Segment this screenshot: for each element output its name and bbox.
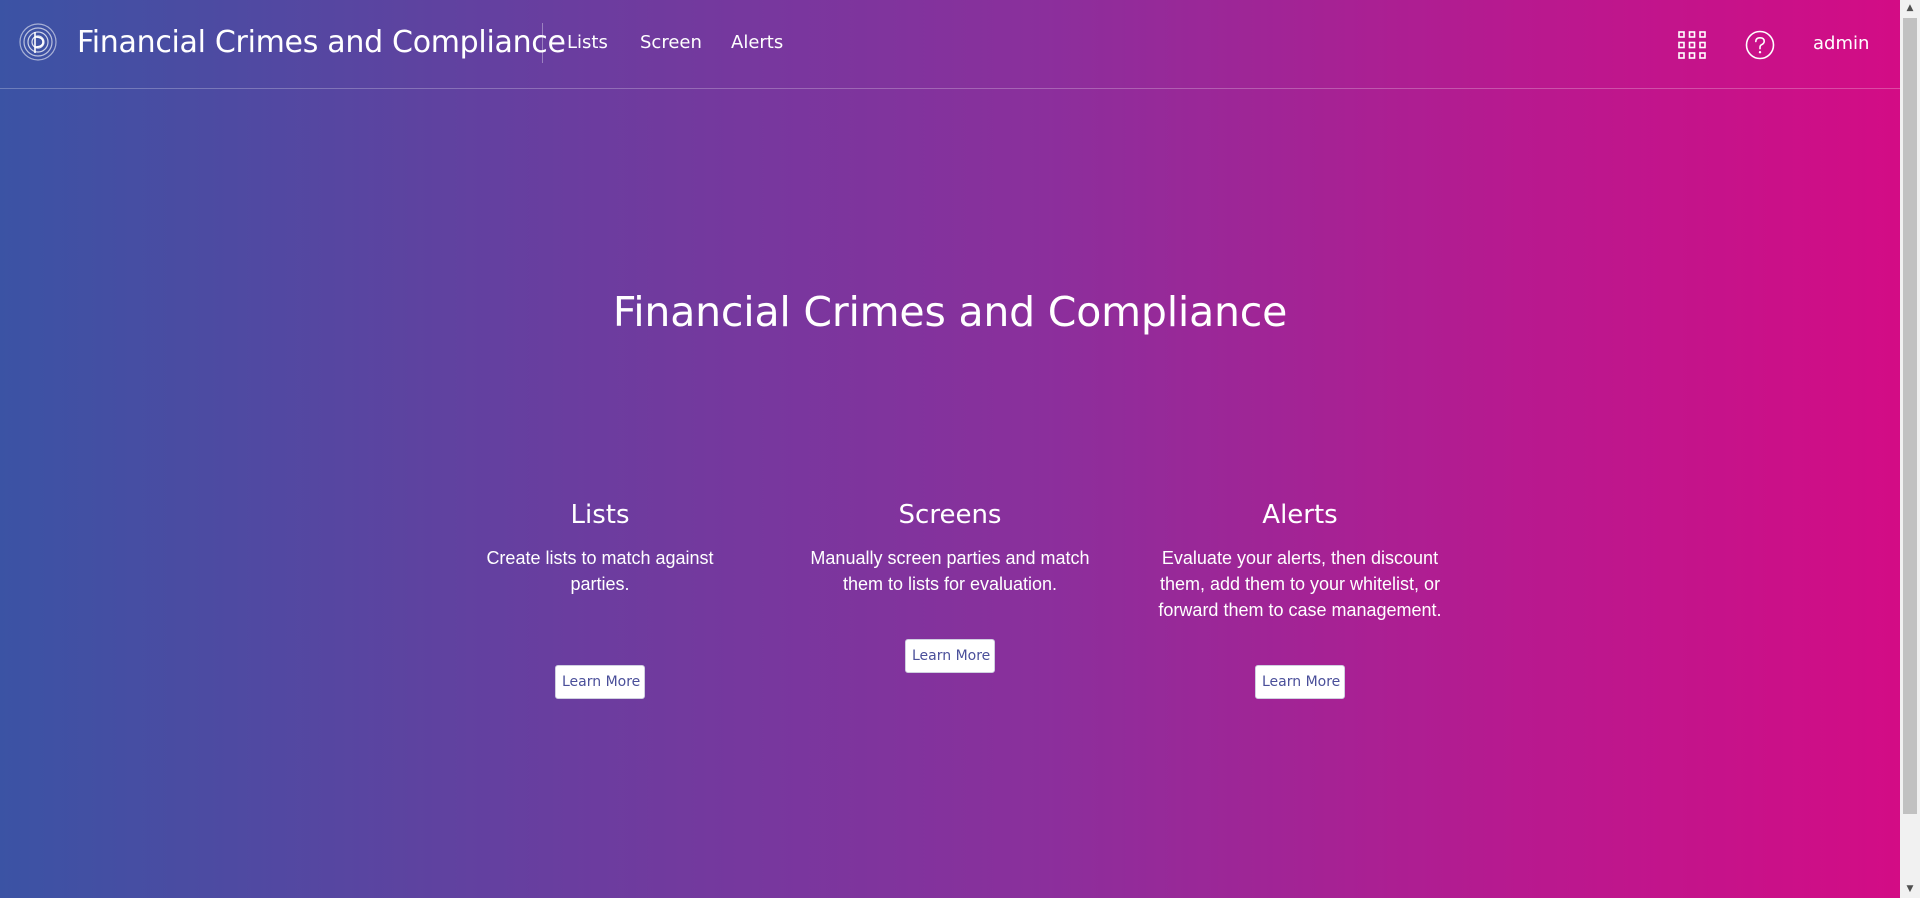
feature-screens-description: Manually screen parties and match them t… (810, 548, 1090, 594)
feature-alerts: Alerts Evaluate your alerts, then discou… (1155, 497, 1445, 623)
header-divider (542, 23, 543, 63)
app-title[interactable]: Financial Crimes and Compliance (77, 24, 566, 62)
feature-lists: Lists Create lists to match against part… (455, 497, 745, 597)
nav-screen-link[interactable]: Screen (640, 32, 702, 54)
nav-lists-link[interactable]: Lists (567, 32, 608, 54)
scroll-down-arrow-icon[interactable]: ▼ (1900, 881, 1920, 898)
user-menu[interactable]: admin (1813, 33, 1869, 55)
feature-screens-title: Screens (898, 500, 1002, 530)
feature-lists-title: Lists (570, 500, 630, 530)
feature-alerts-description: Evaluate your alerts, then discount them… (1158, 548, 1442, 620)
top-header: Financial Crimes and Compliance Lists Sc… (0, 0, 1900, 89)
scroll-up-arrow-icon[interactable]: ▲ (1900, 0, 1920, 17)
feature-alerts-title: Alerts (1262, 500, 1338, 530)
scrollbar-thumb[interactable] (1903, 18, 1917, 814)
pitney-bowes-logo-icon[interactable] (19, 23, 57, 61)
grid-apps-icon[interactable] (1678, 31, 1706, 59)
help-circle-icon[interactable] (1745, 30, 1775, 60)
lists-learn-more-button[interactable]: Learn More (555, 665, 645, 699)
feature-screens: Screens Manually screen parties and matc… (805, 497, 1095, 597)
page-background (0, 0, 1900, 898)
alerts-learn-more-button[interactable]: Learn More (1255, 665, 1345, 699)
nav-alerts-link[interactable]: Alerts (731, 32, 783, 54)
vertical-scrollbar[interactable]: ▲ ▼ (1900, 0, 1920, 898)
hero-title: Financial Crimes and Compliance (612, 288, 1288, 336)
screens-learn-more-button[interactable]: Learn More (905, 639, 995, 673)
feature-lists-description: Create lists to match against parties. (486, 548, 714, 594)
